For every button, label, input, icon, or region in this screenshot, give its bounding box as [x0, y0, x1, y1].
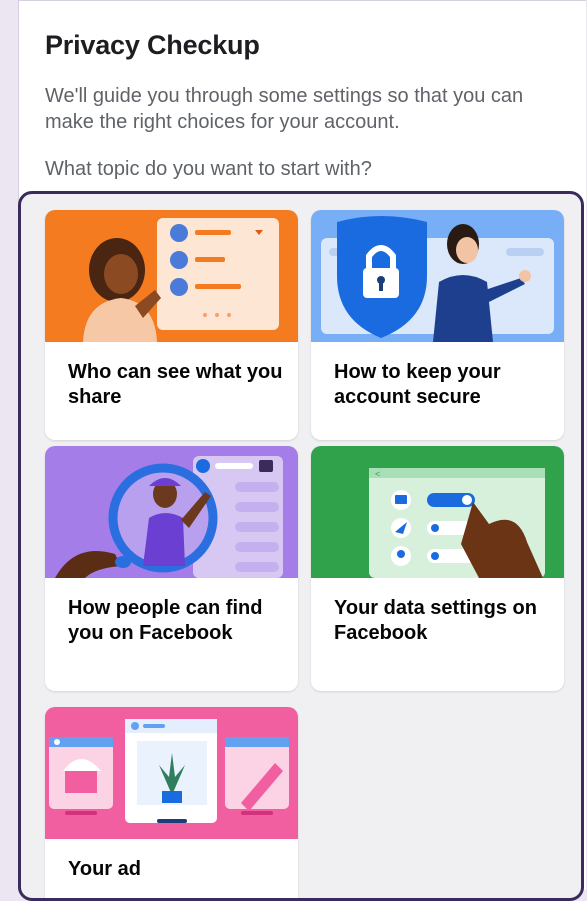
topic-card-who-can-see[interactable]: Who can see what you share: [45, 210, 298, 440]
topic-label: Your ad: [68, 858, 141, 880]
page-subtitle: We'll guide you through some settings so…: [45, 85, 524, 133]
topic-card-find-you[interactable]: How people can find you on Facebook: [45, 446, 298, 691]
find-you-illustration: [45, 446, 298, 578]
topic-card-ad-preferences[interactable]: Your ad: [45, 707, 298, 898]
account-secure-illustration: [311, 210, 564, 342]
topic-card-account-secure[interactable]: How to keep your account secure: [311, 210, 564, 440]
topic-grid: Who can see what you share How to keep y…: [18, 191, 584, 901]
topic-label: How people can find you on Facebook: [68, 597, 263, 644]
topic-question: What topic do you want to start with?: [45, 158, 372, 180]
ad-preferences-illustration: [45, 707, 298, 839]
data-settings-illustration: <: [311, 446, 564, 578]
svg-text:<: <: [375, 469, 380, 479]
topic-card-data-settings[interactable]: < Your data settings on Facebook: [311, 446, 564, 691]
topic-label: Your data settings on Facebook: [334, 597, 537, 644]
topic-label: Who can see what you share: [68, 361, 283, 408]
who-can-see-illustration: [45, 210, 298, 342]
page-title: Privacy Checkup: [45, 30, 260, 60]
topic-label: How to keep your account secure: [334, 361, 501, 408]
